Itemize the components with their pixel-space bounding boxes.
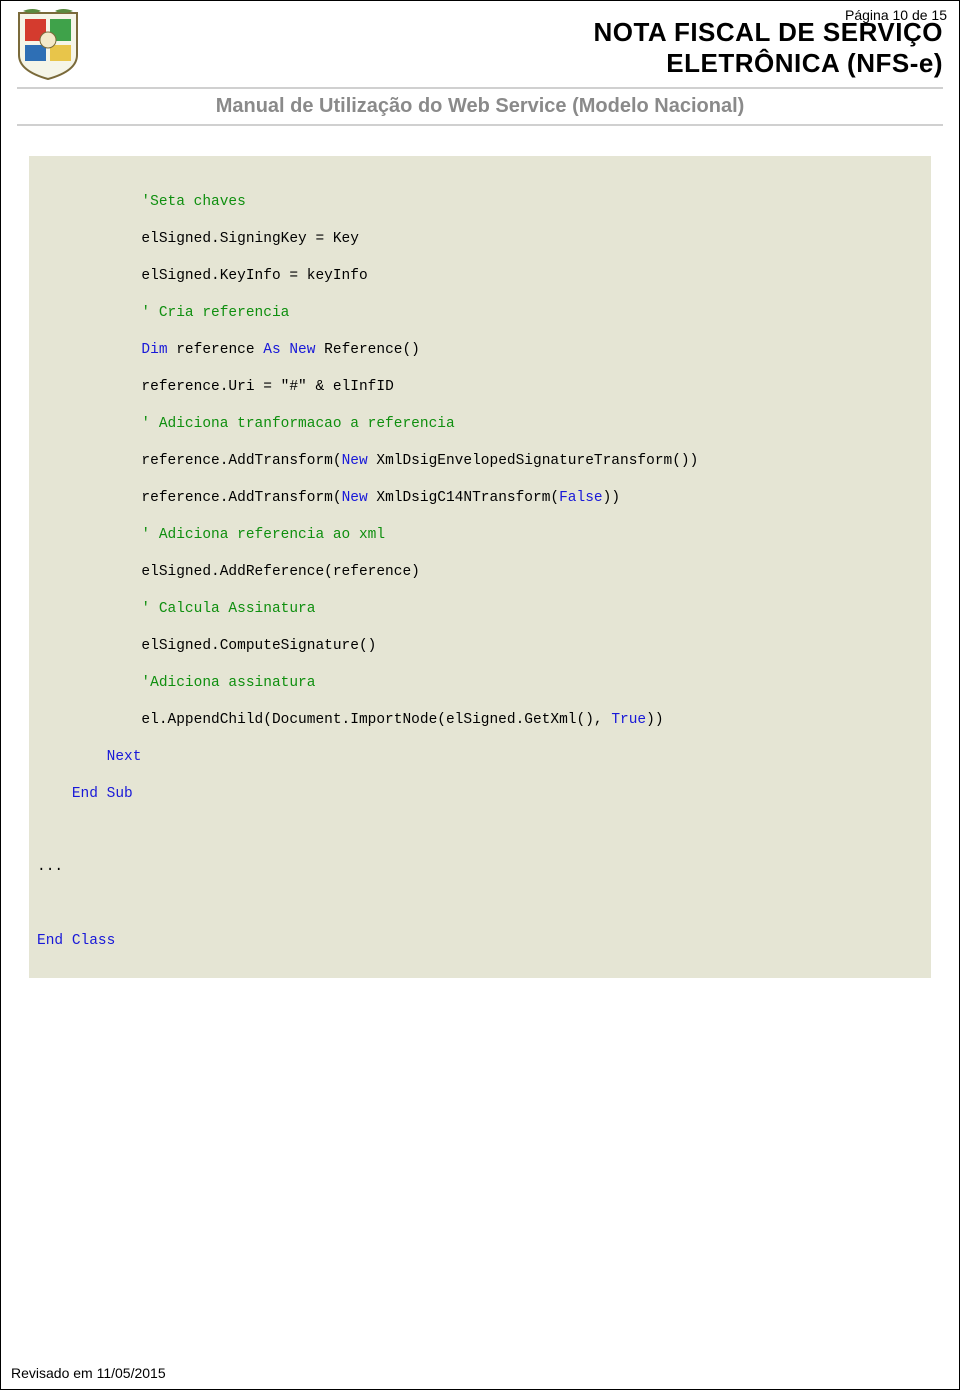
code-indent [37,601,141,617]
code-text: el.AppendChild(Document.ImportNode(elSig… [141,712,611,728]
code-indent [37,564,141,580]
code-comment: ' Cria referencia [141,305,289,321]
code-indent [37,490,141,506]
subtitle: Manual de Utilização do Web Service (Mod… [17,93,943,124]
code-indent [37,342,141,358]
code-text: XmlDsigEnvelopedSignatureTransform()) [368,453,699,469]
code-indent [37,527,141,543]
code-indent [37,231,141,247]
code-keyword: New [289,342,315,358]
code-keyword: False [559,490,603,506]
code-comment: 'Adiciona assinatura [141,675,315,691]
code-indent [37,712,141,728]
code-keyword: Sub [107,786,133,802]
header: NOTA FISCAL DE SERVIÇO ELETRÔNICA (NFS-e… [1,1,959,126]
code-indent [37,268,141,284]
code-text: reference.AddTransform( [141,453,341,469]
header-top: NOTA FISCAL DE SERVIÇO ELETRÔNICA (NFS-e… [17,9,943,81]
code-indent [37,786,72,802]
footer-revised: Revisado em 11/05/2015 [11,1365,166,1381]
code-text: & elInfID [307,379,394,395]
code-keyword: New [342,490,368,506]
code-comment: ' Adiciona tranformacao a referencia [141,416,454,432]
code-text: elSigned.KeyInfo = keyInfo [141,268,367,284]
code-text: )) [603,490,620,506]
title-line1: NOTA FISCAL DE SERVIÇO [95,17,943,48]
code-indent [37,194,141,210]
title-line2: ELETRÔNICA (NFS-e) [95,48,943,79]
page-number: Página 10 de 15 [845,7,947,23]
code-indent [37,416,141,432]
code-text: XmlDsigC14NTransform( [368,490,559,506]
code-keyword: As [263,342,280,358]
code-text [63,933,72,949]
code-keyword: End [37,933,63,949]
code-block: 'Seta chaves elSigned.SigningKey = Key e… [29,156,931,978]
code-keyword: Next [107,749,142,765]
divider [17,87,943,89]
code-text: reference.AddTransform( [141,490,341,506]
code-comment: ' Adiciona referencia ao xml [141,527,385,543]
code-indent [37,675,141,691]
code-text: reference.Uri = [141,379,280,395]
code-keyword: Dim [141,342,167,358]
code-keyword: Class [72,933,116,949]
code-indent [37,379,141,395]
code-text: )) [646,712,663,728]
code-indent [37,749,107,765]
code-keyword: New [342,453,368,469]
code-text: elSigned.SigningKey = Key [141,231,359,247]
code-indent [37,305,141,321]
code-comment: ' Calcula Assinatura [141,601,315,617]
code-indent [37,638,141,654]
code-text: elSigned.ComputeSignature() [141,638,376,654]
divider-2 [17,124,943,126]
code-text [98,786,107,802]
crest-icon [17,9,79,81]
code-string: "#" [281,379,307,395]
code-keyword: End [72,786,98,802]
code-text: elSigned.AddReference(reference) [141,564,419,580]
code-comment: 'Seta chaves [141,194,245,210]
code-indent [37,453,141,469]
code-text: ... [37,859,63,875]
code-keyword: True [611,712,646,728]
code-text: Reference() [315,342,419,358]
title-block: NOTA FISCAL DE SERVIÇO ELETRÔNICA (NFS-e… [95,9,943,79]
code-text: reference [168,342,264,358]
